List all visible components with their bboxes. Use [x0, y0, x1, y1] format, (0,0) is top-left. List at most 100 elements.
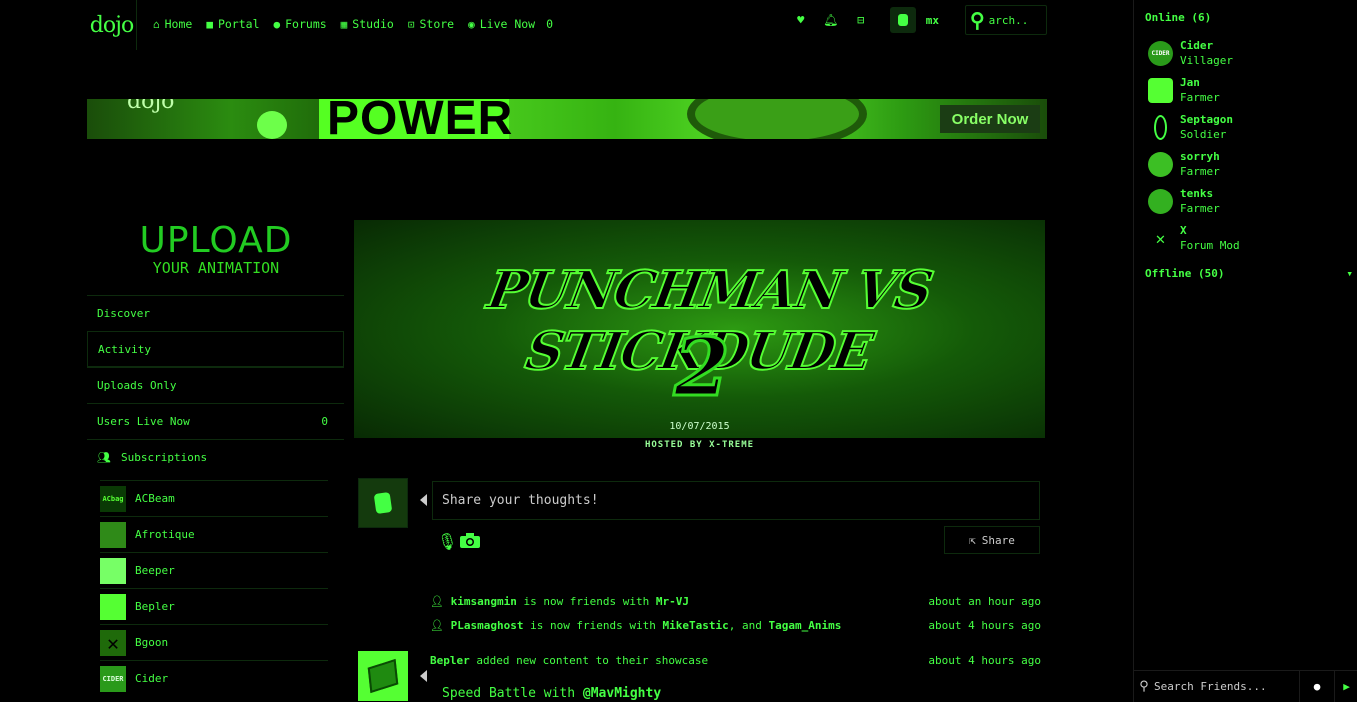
mention-link[interactable]: @MavMighty — [583, 686, 661, 701]
menu-subscriptions[interactable]: 👥︎ Subscriptions — [87, 439, 344, 475]
nav-forums-label: Forums — [285, 17, 327, 31]
friend-avatar: ✕ — [1148, 225, 1173, 251]
site-logo[interactable]: dojo — [87, 0, 137, 50]
microphone-icon[interactable]: 🎙︎ — [437, 532, 457, 551]
menu-subscriptions-label: Subscriptions — [120, 451, 208, 464]
hero-date: 10/07/2015 — [669, 421, 730, 432]
subscription-thumb: CIDER — [100, 665, 126, 692]
home-icon: ⌂ — [153, 17, 160, 31]
nav-studio[interactable]: ▦ Studio — [341, 17, 394, 31]
subscription-item[interactable]: ACbag ACBeam — [100, 480, 328, 516]
nav-store[interactable]: ⊡ Store — [408, 17, 454, 31]
caret-left-icon — [420, 494, 427, 506]
feed-user-link[interactable]: Bepler — [430, 654, 470, 667]
nav-portal[interactable]: ■ Portal — [206, 17, 259, 31]
feed-post-avatar[interactable] — [358, 651, 408, 701]
inbox-icon[interactable]: ⊟ — [846, 13, 876, 27]
online-header: Online (6) — [1145, 11, 1212, 24]
share-label: Share — [981, 533, 1015, 547]
nav-forums[interactable]: ● Forums — [274, 17, 327, 31]
feed-post-header: Bepler added new content to their showca… — [430, 654, 1041, 667]
friend-item[interactable]: sorryh Farmer — [1148, 149, 1348, 179]
camera-icon[interactable] — [459, 532, 481, 549]
friend-avatar — [1154, 114, 1167, 140]
feed-text: 👤︎ kimsangmin is now friends with Mr-VJ — [430, 595, 689, 608]
user-icon: 👤︎ — [430, 595, 451, 608]
user-icon: 👤︎ — [430, 619, 451, 632]
nav-live-now[interactable]: ◉ Live Now 0 — [468, 17, 553, 31]
friend-role: Soldier — [1180, 128, 1227, 141]
feed-other-link[interactable]: MikeTastic — [663, 619, 729, 632]
logo-text[interactable]: dojo — [90, 13, 134, 38]
friend-item[interactable]: CIDER Cider Villager — [1148, 38, 1348, 68]
banner-brand: dojo — [127, 99, 175, 114]
banner-ad[interactable]: dojo POWER Order Now — [87, 99, 1047, 139]
menu-uploads-only-label: Uploads Only — [97, 379, 177, 392]
menu-activity[interactable]: Activity — [87, 331, 344, 367]
video-icon: ■ — [206, 17, 213, 31]
search-icon[interactable]: ⚲ — [970, 10, 985, 30]
menu-discover[interactable]: Discover — [87, 295, 344, 331]
heart-icon[interactable]: ♥ — [786, 13, 816, 27]
avatar-shape — [373, 491, 393, 515]
friend-name: Septagon — [1180, 113, 1233, 126]
subscription-thumb: ACbag — [100, 485, 126, 512]
friend-item[interactable]: ✕ X Forum Mod — [1148, 223, 1348, 253]
featured-event-banner[interactable]: PUNCHMAN VS STICKDUDE 2 10/07/2015 — [354, 220, 1045, 438]
subscription-name: ACBeam — [135, 492, 175, 505]
feed-item: 👤︎ PLasmaghost is now friends with MikeT… — [430, 619, 1041, 632]
menu-users-live-now[interactable]: Users Live Now 0 — [87, 403, 344, 439]
left-menu: Discover Activity Uploads Only Users Liv… — [87, 295, 344, 475]
feed-extra: , and — [728, 619, 769, 632]
subscription-name: Cider — [135, 672, 169, 685]
users-live-count: 0 — [321, 415, 328, 428]
nav-store-label: Store — [419, 17, 455, 31]
menu-discover-label: Discover — [97, 307, 150, 320]
feed-other-link[interactable]: Mr-VJ — [656, 595, 689, 608]
play-icon[interactable]: ▶ — [1334, 670, 1357, 702]
bell-icon[interactable]: 🔔︎ — [816, 13, 846, 27]
search-friends-input[interactable] — [1154, 680, 1299, 693]
nav-right: ♥ 🔔︎ ⊟ mx ⚲ arch.. — [786, 0, 1047, 40]
friend-item[interactable]: Septagon Soldier — [1148, 112, 1348, 142]
nav-live-now-label: Live Now — [479, 17, 536, 31]
feed-action: added new content to their showcase — [469, 654, 709, 667]
search-text: arch.. — [988, 13, 1029, 27]
feed-time: about 4 hours ago — [928, 654, 1041, 667]
menu-uploads-only[interactable]: Uploads Only — [87, 367, 344, 403]
nav-home[interactable]: ⌂ Home — [153, 17, 192, 31]
friend-name: X — [1180, 224, 1187, 237]
search-box[interactable]: ⚲ arch.. — [965, 5, 1047, 35]
friend-name: sorryh — [1180, 150, 1220, 163]
friends-panel: Online (6) CIDER Cider Villager Jan Farmer… — [1133, 0, 1357, 702]
offline-header-label: Offline (50) — [1145, 267, 1225, 280]
friend-item[interactable]: tenks Farmer — [1148, 186, 1348, 216]
username[interactable]: mx — [926, 14, 939, 27]
subscription-item[interactable]: CIDER Cider — [100, 660, 328, 696]
friend-avatar — [1148, 151, 1173, 177]
subscription-item[interactable]: ✕ Bgoon — [100, 624, 328, 660]
composer-avatar[interactable] — [358, 478, 408, 528]
feed-user-link[interactable]: kimsangmin — [451, 595, 517, 608]
status-dot-icon[interactable]: ● — [1299, 670, 1334, 702]
order-now-button[interactable]: Order Now — [940, 105, 1040, 133]
avatar-shape — [367, 658, 399, 694]
feed-other2-link[interactable]: Tagam_Anims — [769, 619, 842, 632]
friend-role: Farmer — [1180, 91, 1220, 104]
friend-avatar — [1148, 77, 1173, 103]
share-button[interactable]: ⇱ Share — [944, 526, 1040, 554]
subscription-item[interactable]: Beeper — [100, 552, 328, 588]
subscription-name: Bepler — [135, 600, 175, 613]
subscription-item[interactable]: Bepler — [100, 588, 328, 624]
friend-role: Villager — [1180, 54, 1233, 67]
upload-animation-link[interactable]: UPLOAD YOUR ANIMATION — [87, 222, 345, 277]
friend-item[interactable]: Jan Farmer — [1148, 75, 1348, 105]
menu-users-live-now-label: Users Live Now — [97, 415, 190, 428]
friend-role: Forum Mod — [1180, 239, 1240, 252]
share-thoughts-input[interactable] — [432, 481, 1040, 520]
feed-post-title[interactable]: Speed Battle with @MavMighty — [442, 686, 661, 701]
offline-header[interactable]: Offline (50) ▾ — [1145, 267, 1353, 280]
user-avatar[interactable] — [889, 7, 916, 33]
feed-user-link[interactable]: PLasmaghost — [451, 619, 524, 632]
subscription-item[interactable]: Afrotique — [100, 516, 328, 552]
